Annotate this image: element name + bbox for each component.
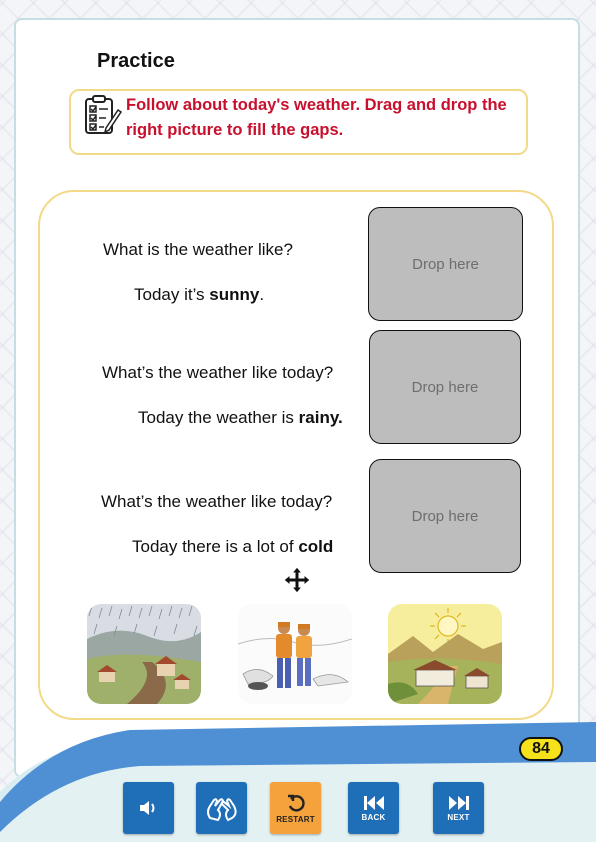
back-label: BACK — [361, 812, 386, 822]
drop-zone-label: Drop here — [411, 507, 479, 525]
speaker-icon — [139, 801, 154, 815]
audio-button[interactable] — [123, 782, 174, 834]
drop-zone-1[interactable]: Drop here — [368, 207, 523, 321]
sign-language-button[interactable] — [196, 782, 247, 834]
back-button[interactable]: BACK — [348, 782, 399, 834]
page-title: Practice — [97, 50, 175, 72]
question-3: What’s the weather like today? — [101, 492, 333, 511]
skip-back-icon — [363, 795, 384, 810]
move-cursor-icon — [283, 566, 311, 594]
next-label: NEXT — [447, 812, 470, 822]
restart-button[interactable]: RESTART — [270, 782, 321, 834]
restart-icon — [287, 794, 305, 812]
next-button[interactable]: NEXT — [433, 782, 484, 834]
sunny-village-picture[interactable] — [388, 604, 502, 704]
drop-zone-3[interactable]: Drop here — [369, 459, 521, 573]
drop-zone-label: Drop here — [412, 255, 479, 273]
answer-1: Today it’s sunny. — [134, 285, 265, 304]
question-2: What’s the weather like today? — [102, 363, 334, 382]
cold-people-picture[interactable] — [238, 604, 352, 704]
answer-3: Today there is a lot of cold — [132, 537, 334, 556]
sign-language-icon — [206, 798, 237, 822]
clipboard-checklist-icon — [85, 95, 122, 134]
instruction-text: Follow about today's weather. Drag and d… — [126, 96, 507, 139]
restart-label: RESTART — [276, 814, 315, 824]
rainy-landscape-picture[interactable] — [87, 604, 201, 704]
drop-zone-label: Drop here — [411, 378, 479, 396]
page-number-badge: 84 — [519, 737, 563, 761]
question-1: What is the weather like? — [103, 240, 293, 259]
skip-next-icon — [448, 795, 469, 810]
answer-2: Today the weather is rainy. — [138, 408, 343, 427]
drop-zone-2[interactable]: Drop here — [369, 330, 521, 444]
